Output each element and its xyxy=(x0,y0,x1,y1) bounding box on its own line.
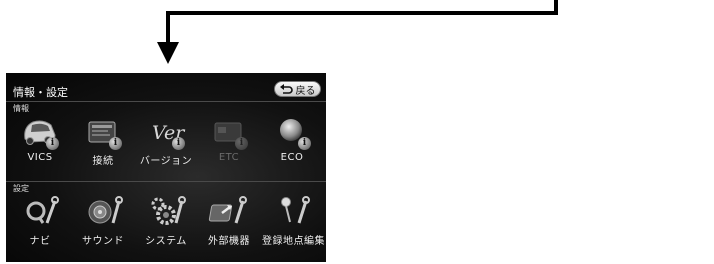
etc-card-icon: i xyxy=(206,113,252,150)
annotation-arrow-head xyxy=(157,42,179,64)
menu-item-external-device[interactable]: 外部機器 xyxy=(199,193,259,251)
version-info-icon: Ver i xyxy=(143,113,189,150)
sound-wrench-icon xyxy=(80,193,126,229)
registered-point-icon xyxy=(269,193,315,229)
return-arrow-icon xyxy=(279,84,293,94)
info-badge-icon: i xyxy=(46,137,59,150)
navi-wrench-icon xyxy=(17,193,63,229)
menu-item-vics[interactable]: i VICS xyxy=(10,113,70,171)
menu-item-etc[interactable]: i ETC xyxy=(199,113,259,171)
system-gears-icon xyxy=(143,193,189,229)
menu-item-label: ナビ xyxy=(29,236,51,247)
info-settings-screen: 情報・設定 戻る 情報 i VICS i 接続 Ver i バージョン i ET… xyxy=(6,73,326,262)
car-info-icon: i xyxy=(17,113,63,150)
annotation-arrow-vertical-left xyxy=(166,11,170,43)
connection-info-icon: i xyxy=(80,113,126,150)
external-device-icon xyxy=(206,193,252,229)
back-button-label: 戻る xyxy=(295,85,316,97)
menu-item-sound[interactable]: サウンド xyxy=(73,193,133,251)
menu-item-label: 接続 xyxy=(92,156,114,167)
back-button[interactable]: 戻る xyxy=(274,81,321,97)
eco-globe-icon: i xyxy=(269,113,315,150)
menu-item-label: 登録地点編集 xyxy=(262,236,325,247)
menu-item-label: ECO xyxy=(280,152,304,163)
menu-item-label: 外部機器 xyxy=(208,236,250,247)
menu-item-label: サウンド xyxy=(82,236,124,247)
menu-item-label: システム xyxy=(145,236,187,247)
screen-title: 情報・設定 xyxy=(13,86,68,99)
info-badge-icon: i xyxy=(172,137,185,150)
section-divider xyxy=(6,181,326,182)
menu-item-eco[interactable]: i ECO xyxy=(262,113,322,171)
menu-item-connection[interactable]: i 接続 xyxy=(73,113,133,171)
menu-item-label: バージョン xyxy=(139,156,193,167)
menu-item-label: ETC xyxy=(218,152,240,163)
menu-item-label: VICS xyxy=(27,152,53,163)
info-badge-icon: i xyxy=(298,137,311,150)
menu-item-navi[interactable]: ナビ xyxy=(10,193,70,251)
info-badge-icon: i xyxy=(235,137,248,150)
menu-item-version[interactable]: Ver i バージョン xyxy=(136,113,196,171)
menu-item-system[interactable]: システム xyxy=(136,193,196,251)
info-badge-icon: i xyxy=(109,137,122,150)
annotation-arrow-horizontal xyxy=(166,11,558,15)
menu-item-registered-point[interactable]: 登録地点編集 xyxy=(262,193,325,251)
header-divider xyxy=(6,101,326,102)
